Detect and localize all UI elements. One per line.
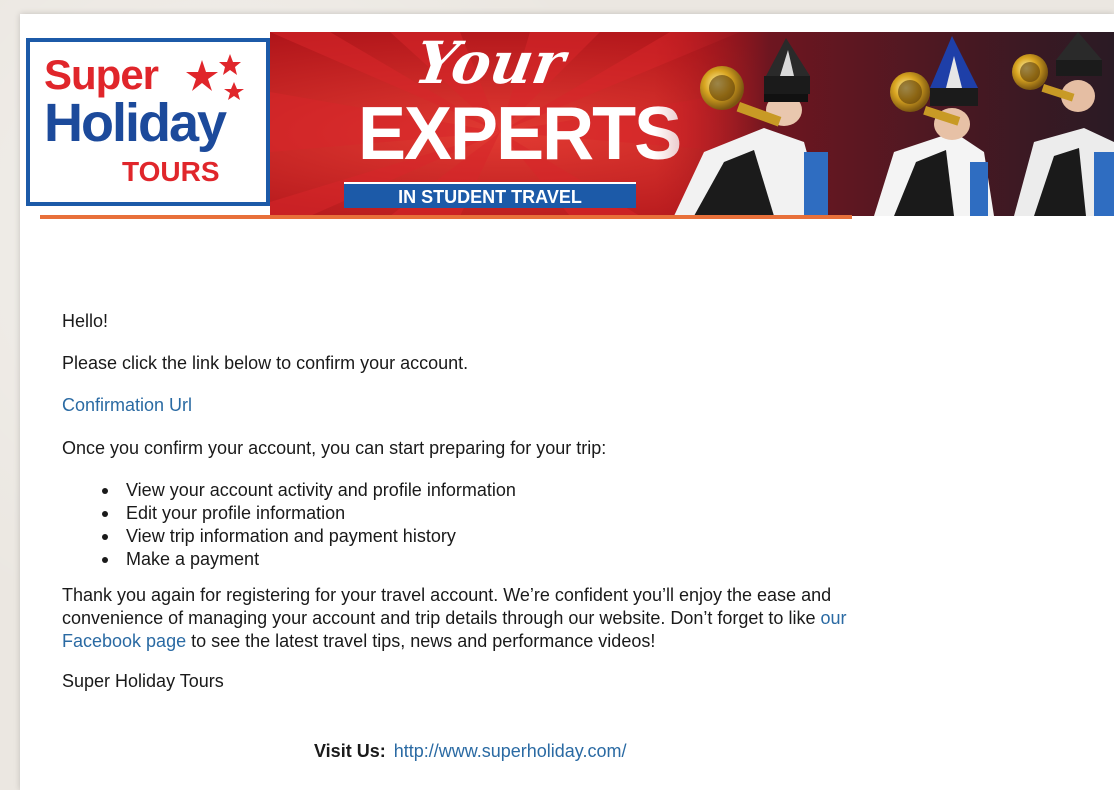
bullet-icon	[102, 534, 108, 540]
hero-headline: EXPERTS	[358, 92, 682, 176]
list-item-label: View trip information and payment histor…	[126, 526, 456, 546]
list-item: Edit your profile information	[100, 502, 516, 525]
logo-word-tours: TOURS	[122, 156, 220, 187]
marching-band-photo	[654, 32, 1114, 216]
logo-word-holiday: Holiday	[44, 93, 227, 153]
hero-image: Your EXPERTS IN STUDENT TRAVEL	[270, 32, 1114, 216]
website-link[interactable]: http://www.superholiday.com/	[394, 741, 627, 761]
header-banner: Super Holiday TOURS Your EXPERTS IN STUD…	[26, 32, 1114, 216]
bullet-icon	[102, 511, 108, 517]
list-item: View your account activity and profile i…	[100, 479, 516, 502]
thank-you-text-end: to see the latest travel tips, news and …	[186, 631, 656, 651]
list-item-label: Make a payment	[126, 549, 260, 569]
bullet-icon	[102, 557, 108, 563]
hero-script-word: Your	[410, 32, 570, 97]
email-body: Super Holiday TOURS Your EXPERTS IN STUD…	[20, 14, 1114, 790]
thank-you-paragraph: Thank you again for registering for your…	[62, 584, 922, 653]
bullet-icon	[102, 488, 108, 494]
visit-us-label: Visit Us:	[314, 741, 386, 761]
greeting-text: Hello!	[62, 311, 109, 331]
hero-tagline: IN STUDENT TRAVEL	[344, 182, 636, 208]
visit-us-line: Visit Us: http://www.superholiday.com/	[314, 740, 626, 762]
banner-divider	[40, 215, 852, 219]
list-item: Make a payment	[100, 548, 516, 571]
list-item-label: Edit your profile information	[126, 503, 346, 523]
intro-text: Please click the link below to confirm y…	[62, 353, 469, 373]
feature-list: View your account activity and profile i…	[100, 479, 516, 571]
thank-you-text: Thank you again for registering for your…	[62, 585, 832, 628]
preparation-text: Once you confirm your account, you can s…	[62, 438, 607, 458]
confirmation-link[interactable]: Confirmation Url	[62, 394, 192, 416]
signature: Super Holiday Tours	[62, 671, 224, 691]
logo-word-super: Super	[44, 51, 159, 98]
list-item-label: View your account activity and profile i…	[126, 480, 516, 500]
super-holiday-tours-logo[interactable]: Super Holiday TOURS	[26, 36, 272, 208]
list-item: View trip information and payment histor…	[100, 525, 516, 548]
